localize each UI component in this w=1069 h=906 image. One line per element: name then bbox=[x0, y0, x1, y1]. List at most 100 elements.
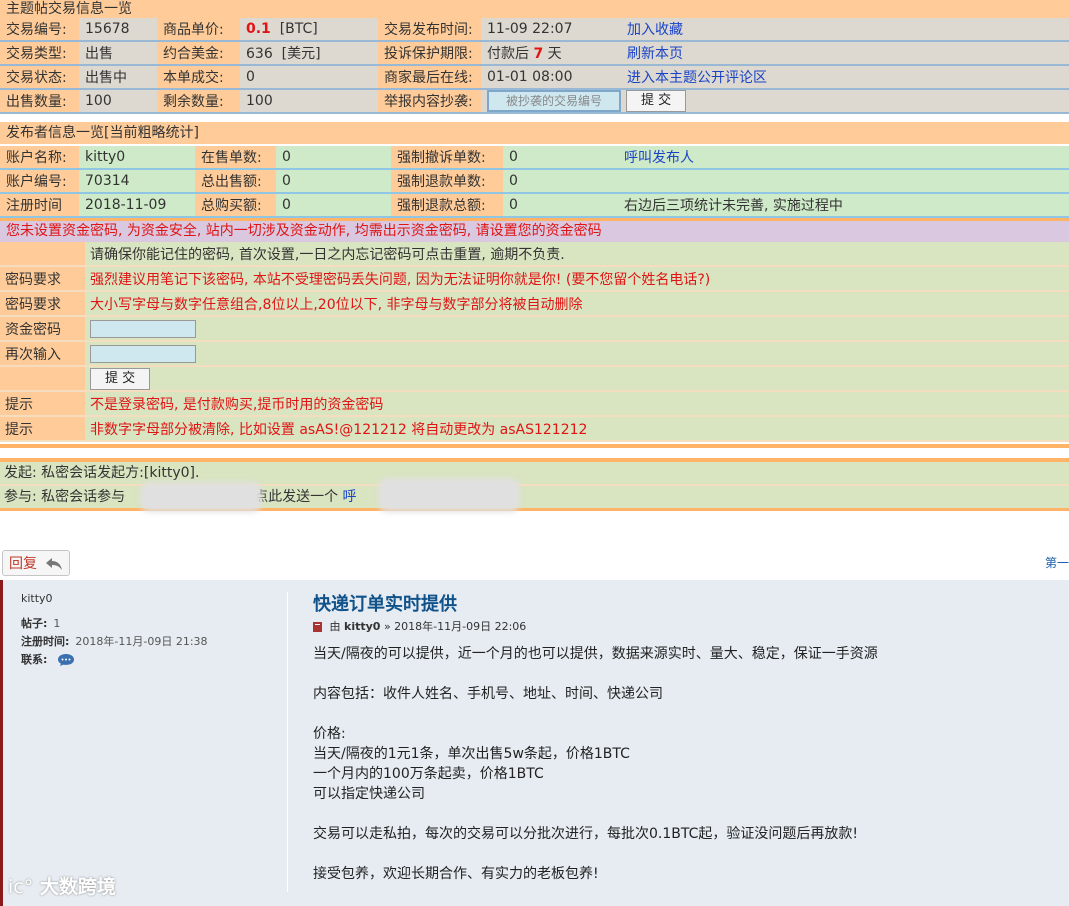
empty-label bbox=[0, 366, 85, 392]
label-password-requirement: 密码要求 bbox=[0, 291, 85, 317]
post-paragraph bbox=[313, 664, 878, 684]
label-sell-quantity: 出售数量: bbox=[0, 89, 79, 114]
value-complaint-period: 付款后 7 天 bbox=[481, 41, 621, 66]
label-usd-price: 约合美金: bbox=[157, 41, 240, 66]
empty-label bbox=[0, 242, 85, 267]
comment-area-link[interactable]: 进入本主题公开评论区 bbox=[621, 65, 1069, 90]
spacer bbox=[0, 448, 1069, 458]
value-on-sale-count: 0 bbox=[276, 146, 391, 170]
post-title[interactable]: 快递订单实时提供 bbox=[313, 590, 457, 616]
add-favorite-link[interactable]: 加入收藏 bbox=[621, 18, 1069, 42]
confirm-password-cell bbox=[85, 341, 1069, 367]
value-forced-withdraw: 0 bbox=[503, 146, 618, 170]
post-paragraph: 价格: bbox=[313, 726, 346, 742]
label-forced-refund-total: 强制退款总额: bbox=[391, 193, 503, 218]
trade-row: 交易类型: 出售 约合美金: 636 [美元] 投诉保护期限: 付款后 7 天 … bbox=[0, 41, 1069, 66]
chat-join-label: 参与: bbox=[4, 489, 37, 505]
chat-join-text: 私密会话参与 bbox=[41, 489, 126, 505]
value-forced-refunds: 0 bbox=[503, 169, 618, 194]
spacer bbox=[0, 114, 1069, 122]
publisher-info-header: 发布者信息一览[当前粗略统计] bbox=[0, 122, 1069, 144]
value-usd-price: 636 [美元] bbox=[240, 41, 378, 66]
label-account-name: 账户名称: bbox=[0, 146, 79, 170]
post-paragraph bbox=[313, 704, 878, 724]
label-report-plagiarism: 举报内容抄袭: bbox=[378, 89, 481, 114]
redaction-blur bbox=[378, 478, 520, 512]
value-sell-quantity: 100 bbox=[79, 89, 157, 114]
trade-info-header: 主题帖交易信息一览 bbox=[0, 0, 1069, 18]
post-paragraph: 接受包养，欢迎长期合作、有实力的老板包养! bbox=[313, 866, 599, 882]
post-paragraph: 当天/隔夜的可以提供，近一个月的也可以提供，数据来源实时、量大、稳定，保证一手资… bbox=[313, 646, 878, 662]
watermark-text: 大数跨境 bbox=[39, 876, 116, 898]
password-requirement-1: 强烈建议用笔记下该密码, 本站不受理密码丢失问题, 因为无法证明你就是你! (要… bbox=[85, 266, 1069, 292]
stats-note: 右边后三项统计未完善, 实施过程中 bbox=[618, 193, 1069, 218]
chat-initiator-row: 发起: 私密会话发起方:[kitty0]. bbox=[0, 462, 1069, 484]
label-deals: 本单成交: bbox=[157, 65, 240, 90]
confirm-password-input[interactable] bbox=[90, 344, 196, 363]
label-on-sale-count: 在售单数: bbox=[195, 146, 276, 170]
password-submit-button[interactable]: 提 交 bbox=[90, 367, 151, 389]
post-paragraph: 可以指定快递公司 bbox=[313, 786, 425, 802]
call-link[interactable]: 呼 bbox=[343, 489, 357, 505]
report-submit-button[interactable]: 提 交 bbox=[626, 90, 687, 111]
label-trade-id: 交易编号: bbox=[0, 18, 79, 42]
chat-start-label: 发起: bbox=[4, 465, 37, 481]
value-remaining-quantity: 100 bbox=[240, 89, 378, 114]
post-paragraph: 内容包括：收件人姓名、手机号、地址、时间、快递公司 bbox=[313, 686, 663, 702]
value-register-time: 2018-11-09 bbox=[79, 193, 195, 218]
profile-divider bbox=[287, 592, 288, 892]
watermark-logo: ic° 大数跨境 bbox=[8, 872, 116, 899]
page-navigation[interactable]: 第一 bbox=[1045, 554, 1069, 571]
label-forced-withdraw: 强制撤诉单数: bbox=[391, 146, 503, 170]
label-fund-password: 资金密码 bbox=[0, 316, 85, 342]
watermark-logo-icon: ic° bbox=[8, 876, 34, 898]
post-author-link[interactable]: kitty0 bbox=[344, 620, 380, 633]
label-account-id: 账户编号: bbox=[0, 169, 79, 194]
label-unit-price: 商品单价: bbox=[157, 18, 240, 42]
post-meta: 由 kitty0 » 2018年-11月-09日 22:06 bbox=[313, 618, 526, 634]
value-total-purchases: 0 bbox=[276, 193, 391, 218]
refresh-page-link[interactable]: 刷新本页 bbox=[621, 41, 1069, 66]
call-publisher-link[interactable]: 呼叫发布人 bbox=[618, 146, 1069, 170]
reply-button[interactable]: 回复 bbox=[2, 550, 70, 576]
password-requirement-2: 大小写字母与数字任意组合,8位以上,20位以下, 非字母与数字部分将被自动删除 bbox=[85, 291, 1069, 317]
post-paragraph: 当天/隔夜的1元1条，单次出售5w条起，价格1BTC bbox=[313, 746, 630, 762]
value-trade-type: 出售 bbox=[79, 41, 157, 66]
label-tip: 提示 bbox=[0, 391, 85, 417]
value-account-name: kitty0 bbox=[79, 146, 195, 170]
post-paragraph bbox=[313, 844, 878, 864]
value-unit-price: 0.1 [BTC] bbox=[240, 18, 378, 42]
post-author-profile: kitty0 帖子: 1 注册时间: 2018年-11月-09日 21:38 联系: bbox=[21, 592, 208, 669]
profile-contact: 联系: bbox=[21, 651, 208, 667]
post-content: 当天/隔夜的可以提供，近一个月的也可以提供，数据来源实时、量大、稳定，保证一手资… bbox=[313, 644, 878, 884]
fund-password-input[interactable] bbox=[90, 319, 196, 338]
publisher-row: 注册时间 2018-11-09 总购买额: 0 强制退款总额: 0 右边后三项统… bbox=[0, 193, 1069, 218]
password-submit-cell: 提 交 bbox=[85, 366, 1069, 392]
label-seller-last-online: 商家最后在线: bbox=[378, 65, 481, 90]
chat-start-text: 私密会话发起方:[kitty0]. bbox=[41, 465, 200, 481]
label-publish-time: 交易发布时间: bbox=[378, 18, 481, 42]
trade-row: 出售数量: 100 剩余数量: 100 举报内容抄袭: 被抄袭的交易编号 提 交 bbox=[0, 89, 1069, 114]
tip-2: 非数字字母部分被清除, 比如设置 asAS!@121212 将自动更改为 asA… bbox=[85, 416, 1069, 442]
value-seller-last-online: 01-01 08:00 bbox=[481, 65, 621, 90]
report-input-cell: 被抄袭的交易编号 bbox=[481, 89, 621, 114]
value-publish-time: 11-09 22:07 bbox=[481, 18, 621, 42]
label-confirm-password: 再次输入 bbox=[0, 341, 85, 367]
label-register-time: 注册时间 bbox=[0, 193, 79, 218]
profile-posts: 帖子: 1 bbox=[21, 617, 61, 630]
value-trade-id: 15678 bbox=[79, 18, 157, 42]
label-complaint-period: 投诉保护期限: bbox=[378, 41, 481, 66]
report-submit-cell: 提 交 bbox=[621, 89, 1069, 114]
plagiarism-trade-id-input[interactable]: 被抄袭的交易编号 bbox=[487, 90, 621, 111]
publisher-info-table: 账户名称: kitty0 在售单数: 0 强制撤诉单数: 0 呼叫发布人 账户编… bbox=[0, 146, 1069, 218]
empty-cell bbox=[618, 169, 1069, 194]
chat-join-mid: 点此发送一个 bbox=[254, 489, 339, 505]
author-name[interactable]: kitty0 bbox=[21, 592, 208, 605]
post-paragraph: 一个月内的100万条起卖，价格1BTC bbox=[313, 766, 544, 782]
fund-password-cell bbox=[85, 316, 1069, 342]
fund-password-form: 请确保你能记住的密码, 首次设置,一日之内忘记密码可点击重置, 逾期不负责. 密… bbox=[0, 242, 1069, 442]
chat-bubble-icon[interactable] bbox=[57, 653, 75, 667]
label-total-sales: 总出售额: bbox=[195, 169, 276, 194]
trade-row: 交易状态: 出售中 本单成交: 0 商家最后在线: 01-01 08:00 进入… bbox=[0, 65, 1069, 90]
profile-register-time: 注册时间: 2018年-11月-09日 21:38 bbox=[21, 635, 208, 648]
